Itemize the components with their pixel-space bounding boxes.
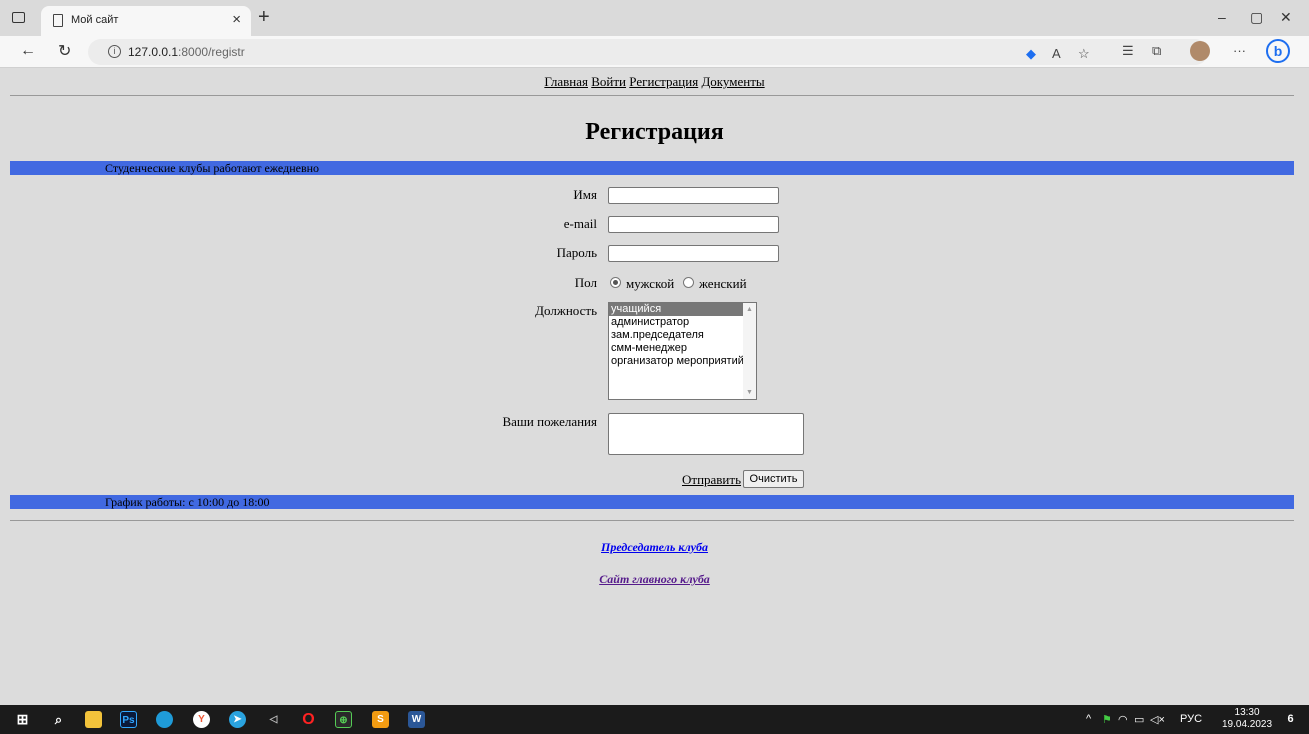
notification-count: 6	[1287, 713, 1294, 725]
minimize-icon[interactable]: –	[1218, 9, 1226, 25]
top-banner-text: Студенческие клубы работают ежедневно	[105, 161, 320, 175]
new-tab-icon[interactable]: +	[258, 7, 270, 27]
url-path: :8000/registr	[178, 45, 245, 59]
nav-link-register[interactable]: Регистрация	[629, 74, 698, 89]
close-window-icon[interactable]: ✕	[1280, 9, 1292, 26]
gender-male-label: мужской	[626, 276, 675, 291]
position-option[interactable]: организатор мероприятий	[609, 355, 756, 368]
flag-icon[interactable]: ⚑	[1102, 713, 1112, 726]
page-content: Главная Войти Регистрация Документы Реги…	[0, 69, 1309, 705]
position-option[interactable]: администратор	[609, 316, 756, 329]
add-favorite-icon[interactable]: ☆	[1078, 46, 1090, 62]
clock-time: 13:30	[1234, 707, 1260, 718]
nav-link-documents[interactable]: Документы	[701, 74, 764, 89]
network-icon[interactable]: ◠	[1118, 713, 1128, 726]
yandex-browser-icon[interactable]: Y	[193, 711, 210, 728]
language-indicator[interactable]: РУС	[1180, 713, 1202, 725]
email-label: e-mail	[563, 216, 597, 231]
wishes-textarea[interactable]	[608, 413, 804, 455]
top-divider	[10, 95, 1294, 96]
address-toolbar: ← ↻ i 127.0.0.1:8000/registr ◆ A ☆ ☰ ⧉ ·…	[0, 36, 1309, 68]
nav-link-home[interactable]: Главная	[544, 74, 588, 89]
word-icon[interactable]: W	[408, 711, 425, 728]
bottom-banner-text: График работы: с 10:00 до 18:00	[105, 495, 270, 509]
edge-icon[interactable]	[156, 711, 173, 728]
wishes-label: Ваши пожелания	[502, 414, 597, 429]
browser-tab-bar: Мой сайт × + – ▢ ✕	[0, 0, 1309, 36]
visual-studio-icon[interactable]: ◁	[265, 711, 282, 728]
name-label: Имя	[573, 187, 597, 202]
url-text: 127.0.0.1:8000/registr	[128, 45, 245, 59]
gender-female-radio[interactable]	[683, 277, 694, 288]
position-option[interactable]: смм-менеджер	[609, 342, 756, 355]
top-banner: Студенческие клубы работают ежедневно	[10, 161, 1294, 175]
browser-tab[interactable]: Мой сайт ×	[41, 6, 251, 36]
bottom-banner: График работы: с 10:00 до 18:00	[10, 495, 1294, 509]
gender-female-label: женский	[699, 276, 747, 291]
name-input[interactable]	[608, 187, 779, 204]
nav-link-login[interactable]: Войти	[591, 74, 626, 89]
bottom-divider	[10, 520, 1294, 521]
position-label: Должность	[535, 303, 597, 318]
tray-overflow-icon[interactable]: ^	[1086, 713, 1091, 725]
more-icon[interactable]: ···	[1233, 43, 1246, 58]
tab-actions-icon[interactable]	[12, 12, 25, 23]
top-navigation: Главная Войти Регистрация Документы	[0, 74, 1309, 90]
chairman-link[interactable]: Председатель клуба	[0, 540, 1309, 555]
volume-icon[interactable]: ◁×	[1150, 713, 1165, 726]
read-aloud-icon[interactable]: A	[1052, 46, 1061, 61]
close-tab-icon[interactable]: ×	[232, 11, 241, 28]
email-input[interactable]	[608, 216, 779, 233]
windows-taskbar: ⊞ ⌕ Ps Y ➤ ◁ O ⊕ S W ^ ⚑ ◠ ▭ ◁× РУС 13:3…	[0, 705, 1309, 734]
reload-icon[interactable]: ↻	[58, 41, 71, 61]
start-icon[interactable]: ⊞	[14, 711, 31, 728]
clock[interactable]: 13:30 19.04.2023	[1222, 707, 1272, 731]
sublime-text-icon[interactable]: S	[372, 711, 389, 728]
clock-date: 19.04.2023	[1222, 719, 1273, 730]
page-title: Регистрация	[585, 119, 724, 145]
battery-icon[interactable]: ▭	[1134, 713, 1144, 726]
password-label: Пароль	[556, 245, 597, 260]
photoshop-icon[interactable]: Ps	[120, 711, 137, 728]
opera-icon[interactable]: O	[300, 711, 317, 728]
bing-icon[interactable]: b	[1266, 39, 1290, 63]
gender-label: Пол	[574, 275, 597, 290]
coupon-tag-icon[interactable]: ◆	[1026, 46, 1036, 62]
position-listbox[interactable]: учащийся администратор зам.председателя …	[608, 302, 757, 400]
info-icon[interactable]: i	[108, 45, 121, 58]
gender-male-radio[interactable]	[610, 277, 621, 288]
page-icon	[53, 14, 63, 27]
clear-button[interactable]: Очистить	[743, 470, 804, 488]
address-bar[interactable]: i 127.0.0.1:8000/registr ◆ A ☆	[88, 39, 1208, 65]
listbox-scrollbar[interactable]: ▲ ▼	[743, 303, 756, 399]
position-option[interactable]: учащийся	[609, 303, 743, 316]
position-option[interactable]: зам.председателя	[609, 329, 756, 342]
collections-icon[interactable]: ⧉	[1152, 43, 1161, 59]
tab-title: Мой сайт	[71, 14, 119, 26]
notifications-icon[interactable]: 6	[1282, 711, 1299, 728]
profile-avatar[interactable]	[1190, 41, 1210, 61]
restore-icon[interactable]: ▢	[1250, 9, 1263, 26]
submit-button[interactable]: Отправить	[682, 472, 741, 488]
scroll-up-icon[interactable]: ▲	[746, 306, 753, 313]
scroll-down-icon[interactable]: ▼	[746, 389, 753, 396]
app-icon[interactable]: ⊕	[335, 711, 352, 728]
telegram-icon[interactable]: ➤	[229, 711, 246, 728]
url-host: 127.0.0.1	[128, 45, 179, 59]
favorites-icon[interactable]: ☰	[1122, 43, 1134, 59]
search-icon[interactable]: ⌕	[50, 711, 67, 728]
file-explorer-icon[interactable]	[85, 711, 102, 728]
password-input[interactable]	[608, 245, 779, 262]
main-club-site-link[interactable]: Сайт главного клуба	[0, 572, 1309, 587]
back-icon[interactable]: ←	[20, 42, 36, 60]
